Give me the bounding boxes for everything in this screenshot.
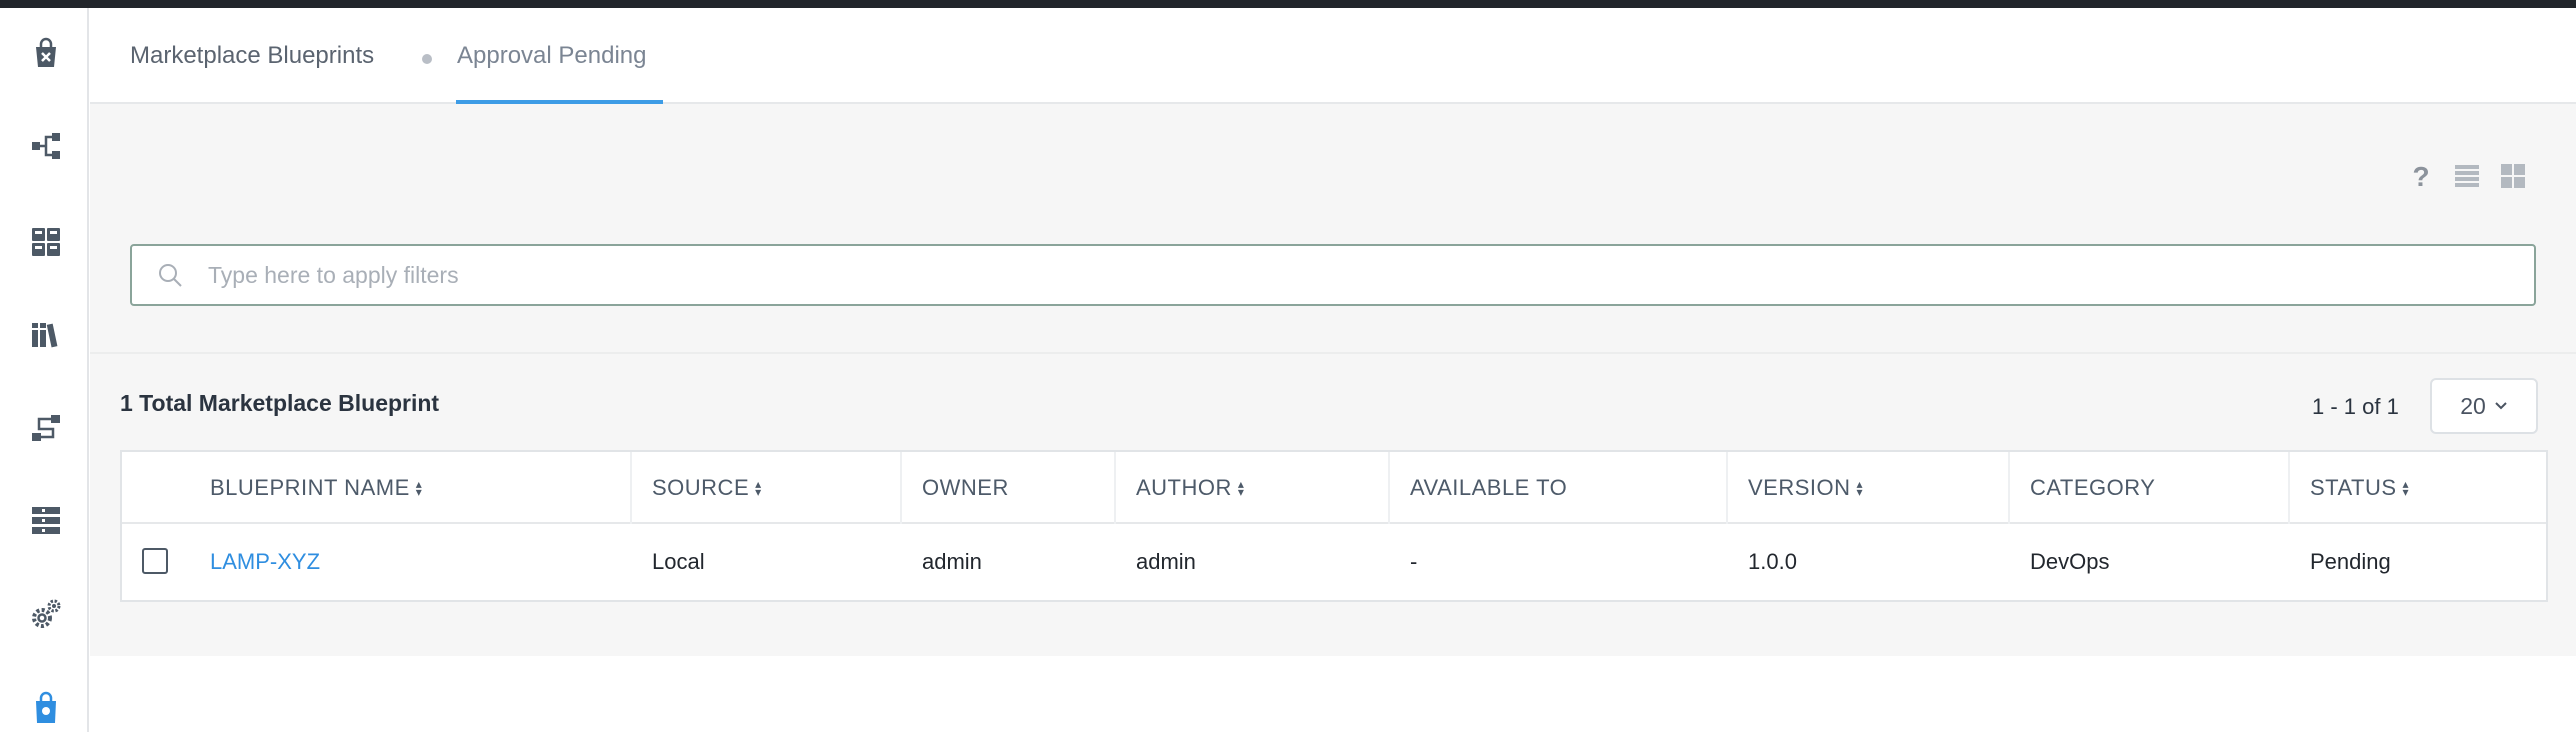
runbooks-icon[interactable] xyxy=(26,408,66,448)
tab-marketplace-blueprints[interactable]: Marketplace Blueprints xyxy=(130,42,374,70)
blueprints-table: BLUEPRINT NAME ▴ ▾ SOURCE ▴ ▾ OWNER AUTHOR… xyxy=(120,450,2548,602)
help-icon[interactable]: ? xyxy=(2404,159,2438,193)
cell-available-to: - xyxy=(1410,549,1418,574)
library-icon[interactable] xyxy=(26,314,66,354)
cell-category: DevOps xyxy=(2030,549,2110,574)
header-label: BLUEPRINT NAME xyxy=(210,475,410,500)
sidebar xyxy=(0,8,89,732)
cell-owner: admin xyxy=(922,549,982,574)
header-available-to: AVAILABLE TO xyxy=(1388,452,1726,524)
svg-text:?: ? xyxy=(2412,161,2429,191)
search-icon xyxy=(132,246,208,304)
settings-icon[interactable] xyxy=(26,594,66,634)
header-label: AUTHOR xyxy=(1136,475,1232,500)
blueprint-name-link[interactable]: LAMP-XYZ xyxy=(210,524,320,600)
top-bar xyxy=(0,0,2576,8)
filter-input[interactable] xyxy=(208,261,2508,289)
marketplace-manager-icon[interactable] xyxy=(26,686,66,726)
content-area: ? 1 Total Marketplace Blueprint 1 - 1 of… xyxy=(90,104,2576,656)
cell-author: admin xyxy=(1136,549,1196,574)
header-author[interactable]: AUTHOR ▴ ▾ xyxy=(1114,452,1388,524)
header-source[interactable]: SOURCE ▴ ▾ xyxy=(630,452,900,524)
table-header: BLUEPRINT NAME ▴ ▾ SOURCE ▴ ▾ OWNER AUTHOR… xyxy=(122,452,2546,524)
filter-bar xyxy=(130,244,2536,306)
sort-icon: ▴ ▾ xyxy=(1856,477,1864,499)
header-label: OWNER xyxy=(922,475,1009,500)
header-owner: OWNER xyxy=(900,452,1114,524)
tab-approval-pending[interactable]: Approval Pending xyxy=(457,42,646,70)
sort-icon: ▴ ▾ xyxy=(2402,477,2410,499)
cell-version: 1.0.0 xyxy=(1748,549,1797,574)
page-size-value: 20 xyxy=(2460,392,2486,419)
blueprints-icon[interactable] xyxy=(26,126,66,166)
cell-source: Local xyxy=(652,549,705,574)
endpoints-icon[interactable] xyxy=(26,500,66,540)
marketplace-icon[interactable] xyxy=(26,34,66,74)
sort-icon: ▴ ▾ xyxy=(1237,477,1245,499)
section-divider xyxy=(90,352,2576,354)
pagination-range: 1 - 1 of 1 xyxy=(2312,394,2399,419)
tab-bar: Marketplace Blueprints Approval Pending xyxy=(90,8,2576,104)
sort-icon: ▴ ▾ xyxy=(755,477,762,499)
total-count: 1 Total Marketplace Blueprint xyxy=(120,390,440,416)
header-blueprint-name[interactable]: BLUEPRINT NAME ▴ ▾ xyxy=(190,452,630,524)
row-checkbox[interactable] xyxy=(142,548,168,574)
header-category: CATEGORY xyxy=(2008,452,2288,524)
tab-separator xyxy=(422,54,432,64)
list-view-icon[interactable] xyxy=(2450,159,2484,193)
chevron-down-icon xyxy=(2495,402,2507,410)
page-size-select[interactable]: 20 xyxy=(2430,378,2538,434)
header-label: VERSION xyxy=(1748,475,1851,500)
header-label: STATUS xyxy=(2310,475,2397,500)
header-status[interactable]: STATUS ▴ ▾ xyxy=(2288,452,2546,524)
table-row: LAMP-XYZ Local admin admin - 1.0.0 DevOp… xyxy=(122,524,2546,600)
header-version[interactable]: VERSION ▴ ▾ xyxy=(1726,452,2008,524)
cell-status: Pending xyxy=(2310,549,2391,574)
view-toolbar: ? xyxy=(2404,159,2530,193)
main-panel: Marketplace Blueprints Approval Pending … xyxy=(90,8,2576,732)
header-label: CATEGORY xyxy=(2030,475,2156,500)
header-label: AVAILABLE TO xyxy=(1410,475,1568,500)
header-label: SOURCE xyxy=(652,475,750,500)
grid-view-icon[interactable] xyxy=(2496,159,2530,193)
applications-icon[interactable] xyxy=(26,222,66,262)
sort-icon: ▴ ▾ xyxy=(415,477,423,499)
